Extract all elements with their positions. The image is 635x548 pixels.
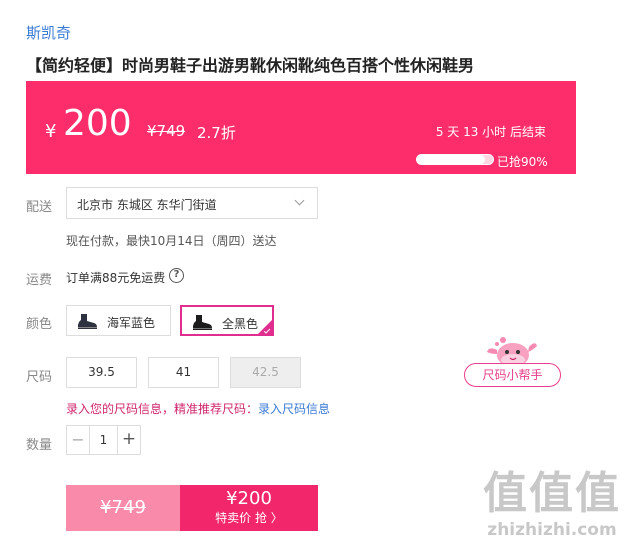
buy-action-label: 特卖价 抢 〉 bbox=[215, 511, 283, 525]
quantity-increase-button[interactable]: + bbox=[118, 426, 140, 454]
size-option-39-5[interactable]: 39.5 bbox=[66, 357, 137, 388]
size-info-link[interactable]: 录入尺码信息 bbox=[258, 402, 330, 416]
quantity-decrease-button[interactable]: − bbox=[67, 426, 89, 454]
size-tip-text: 录入您的尺码信息，精准推荐尺码： bbox=[66, 402, 259, 416]
original-price: ¥749 bbox=[147, 122, 186, 140]
sale-price: 200 bbox=[63, 103, 132, 144]
buy-price: ¥200 bbox=[226, 488, 272, 509]
size-tip: 录入您的尺码信息，精准推荐尺码：录入尺码信息 bbox=[66, 400, 330, 417]
color-option-navy[interactable]: 海军蓝色 bbox=[66, 305, 171, 336]
color-option-label: 全黑色 bbox=[222, 317, 259, 331]
color-option-black[interactable]: 全黑色 bbox=[180, 305, 274, 336]
sold-progress-bar bbox=[416, 154, 494, 165]
watermark: 值值值 zhizhizhi.com bbox=[483, 468, 621, 540]
size-helper-button[interactable]: 尺码小帮手 bbox=[464, 363, 561, 387]
shoe-thumbnail-icon bbox=[78, 314, 97, 329]
freight-label: 运费 bbox=[26, 273, 53, 288]
size-label: 尺码 bbox=[26, 370, 53, 385]
size-option-41[interactable]: 41 bbox=[148, 357, 219, 388]
countdown-timer: 5 天 13 小时 后结束 bbox=[435, 125, 546, 139]
size-option-42-5: 42.5 bbox=[230, 357, 301, 388]
buy-original-price-text: ¥749 bbox=[100, 497, 146, 518]
address-value: 北京市 东城区 东华门街道 bbox=[77, 198, 217, 212]
sold-percent-text: 已抢90% bbox=[497, 155, 548, 169]
watermark-url: zhizhizhi.com bbox=[487, 520, 617, 540]
chevron-down-icon bbox=[294, 195, 305, 206]
brand-link[interactable]: 斯凯奇 bbox=[26, 22, 71, 43]
buy-now-button[interactable]: ¥200 特卖价 抢 〉 bbox=[180, 485, 318, 531]
buy-original-price: ¥749 bbox=[66, 485, 180, 531]
sold-progress-fill bbox=[417, 155, 486, 164]
delivery-estimate: 现在付款，最快10月14日（周四）送达 bbox=[66, 234, 277, 248]
delivery-label: 配送 bbox=[26, 200, 53, 215]
color-option-label: 海军蓝色 bbox=[107, 316, 156, 330]
price-banner: ¥ 200 ¥749 2.7折 5 天 13 小时 后结束 已抢90% bbox=[26, 81, 576, 174]
watermark-logo: 值值值 bbox=[483, 468, 621, 519]
quantity-label: 数量 bbox=[26, 438, 53, 453]
color-label: 颜色 bbox=[26, 317, 53, 332]
quantity-stepper: − 1 + bbox=[66, 425, 141, 455]
discount-label: 2.7折 bbox=[197, 124, 236, 142]
currency-symbol: ¥ bbox=[45, 121, 57, 142]
freight-text: 订单满88元免运费 bbox=[66, 271, 166, 285]
help-icon[interactable]: ? bbox=[169, 268, 184, 283]
shoe-thumbnail-icon bbox=[193, 315, 212, 330]
address-selector[interactable]: 北京市 东城区 东华门街道 bbox=[66, 187, 318, 219]
quantity-input[interactable]: 1 bbox=[89, 426, 118, 454]
product-title: 【简约轻便】时尚男鞋子出游男靴休闲靴纯色百搭个性休闲鞋男 bbox=[26, 56, 475, 75]
